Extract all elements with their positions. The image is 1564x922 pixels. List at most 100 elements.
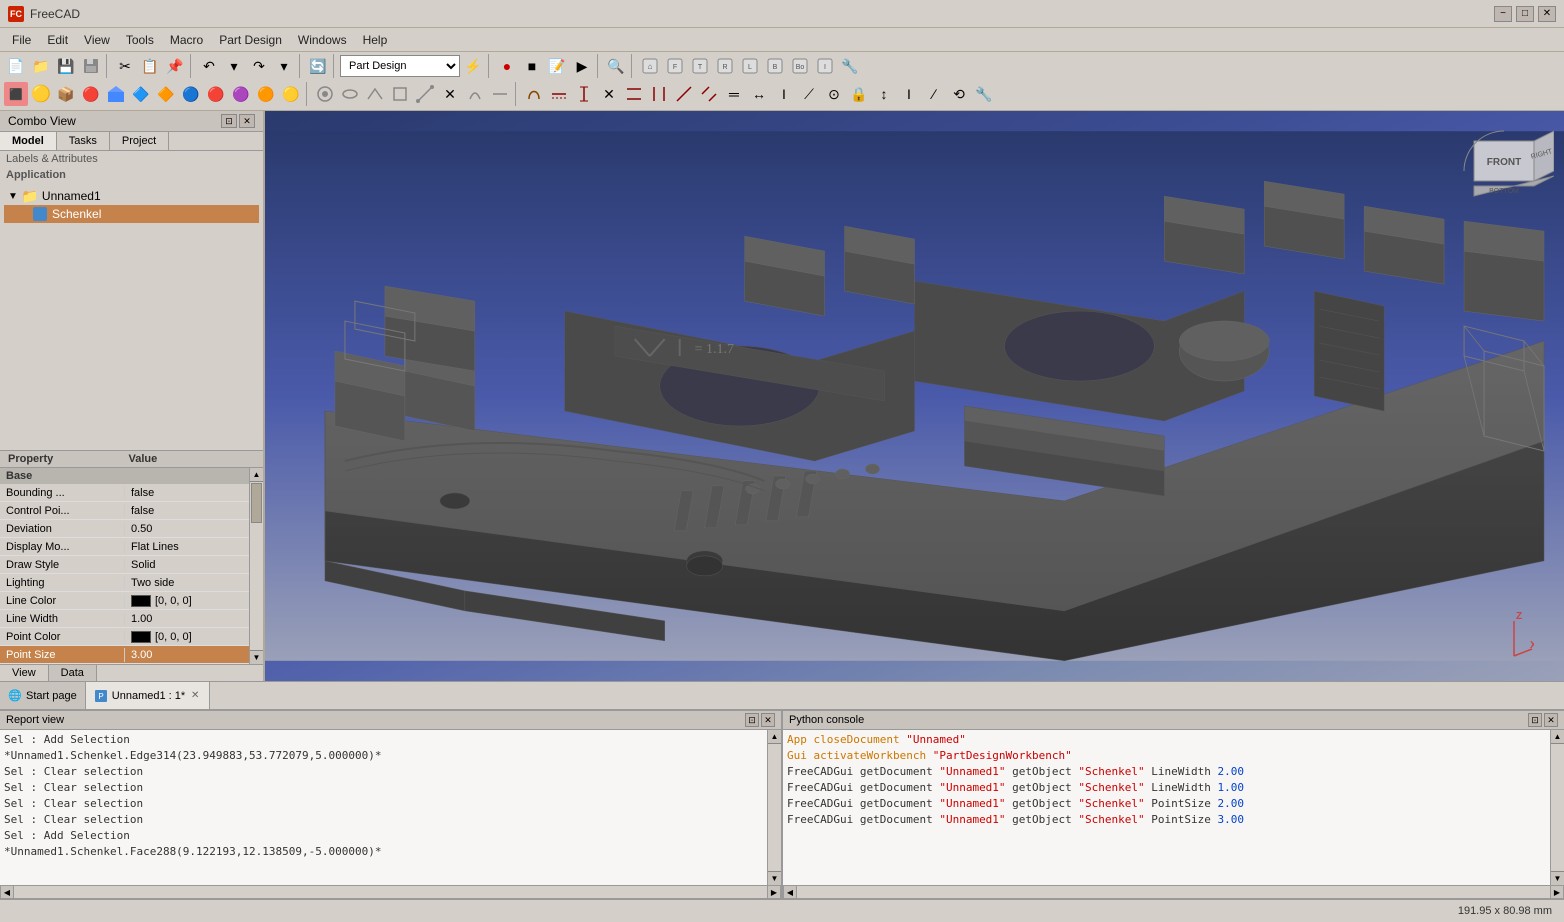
redo-dropdown[interactable]: ▾ <box>272 54 296 78</box>
prop-row-linewidth[interactable]: Line Width 1.00 <box>0 610 249 628</box>
viewport[interactable]: = 1.1.7 <box>265 111 1564 681</box>
maximize-button[interactable]: □ <box>1516 6 1534 22</box>
part-btn-9[interactable]: 🔴 <box>204 82 228 106</box>
tab-project[interactable]: Project <box>110 132 169 150</box>
view-tool[interactable]: 🔧 <box>838 54 862 78</box>
new-button[interactable]: 📄 <box>4 54 28 78</box>
sketch-btn-5[interactable] <box>413 82 437 106</box>
view-bottom-button[interactable]: Bo <box>788 54 812 78</box>
constraint-btn-12[interactable]: ⟋ <box>797 82 821 106</box>
report-scroll-up[interactable]: ▲ <box>768 730 781 744</box>
constraint-btn-14[interactable]: 🔒 <box>847 82 871 106</box>
sketch-btn-3[interactable] <box>363 82 387 106</box>
prop-row-lighting[interactable]: Lighting Two side <box>0 574 249 592</box>
constraint-btn-7[interactable] <box>672 82 696 106</box>
combo-undock-btn[interactable]: ⊡ <box>221 114 237 128</box>
menu-edit[interactable]: Edit <box>39 31 76 49</box>
paste-button[interactable]: 📌 <box>163 54 187 78</box>
menu-macro[interactable]: Macro <box>162 31 211 49</box>
python-console-close[interactable]: ✕ <box>1544 713 1558 727</box>
report-hscroll-track[interactable] <box>14 885 767 899</box>
view-all-button[interactable]: 🔍 <box>604 54 628 78</box>
tab-data[interactable]: Data <box>49 665 97 681</box>
constraint-btn-16[interactable]: I <box>897 82 921 106</box>
tree-item-unnamed1[interactable]: ▼ 📁 Unnamed1 <box>4 187 259 205</box>
prop-row-linecolor[interactable]: Line Color [0, 0, 0] <box>0 592 249 610</box>
menu-view[interactable]: View <box>76 31 118 49</box>
record-button[interactable]: ● <box>495 54 519 78</box>
constraint-btn-11[interactable]: I <box>772 82 796 106</box>
constraint-btn-18[interactable]: ⟲ <box>947 82 971 106</box>
prop-row-displaymode[interactable]: Display Mo... Flat Lines <box>0 538 249 556</box>
macro-button[interactable]: 📝 <box>545 54 569 78</box>
unnamed1-close[interactable]: ✕ <box>189 690 201 702</box>
navcube-area[interactable]: FRONT RIGHT BOTTOM <box>1454 121 1554 224</box>
sketch-btn-2[interactable] <box>338 82 362 106</box>
prop-row-pointsize[interactable]: Point Size 3.00 <box>0 646 249 664</box>
console-scrollbar[interactable]: ▲ ▼ <box>1550 730 1564 885</box>
constraint-btn-10[interactable]: ↔ <box>747 82 771 106</box>
view-home-button[interactable]: ⌂ <box>638 54 662 78</box>
console-scroll-up[interactable]: ▲ <box>1551 730 1564 744</box>
minimize-button[interactable]: − <box>1494 6 1512 22</box>
prop-row-bounding[interactable]: Bounding ... false <box>0 484 249 502</box>
open-button[interactable]: 📁 <box>29 54 53 78</box>
constraint-btn-4[interactable]: ✕ <box>597 82 621 106</box>
run-button[interactable]: ▶ <box>570 54 594 78</box>
save-button[interactable]: 💾 <box>54 54 78 78</box>
part-btn-2[interactable]: 🟡 <box>29 82 53 106</box>
report-scroll-down[interactable]: ▼ <box>768 871 781 885</box>
cut-button[interactable]: ✂ <box>113 54 137 78</box>
save-as-button[interactable] <box>79 54 103 78</box>
menu-help[interactable]: Help <box>355 31 396 49</box>
constraint-btn-13[interactable]: ⊙ <box>822 82 846 106</box>
constraint-btn-17[interactable]: ∕ <box>922 82 946 106</box>
view-tab-startpage[interactable]: 🌐 Start page <box>0 682 86 709</box>
view-back-button[interactable]: B <box>763 54 787 78</box>
property-scrollbar[interactable]: ▲ ▼ <box>249 468 263 664</box>
stop-button[interactable]: ■ <box>520 54 544 78</box>
report-view-close[interactable]: ✕ <box>761 713 775 727</box>
constraint-btn-6[interactable] <box>647 82 671 106</box>
workbench-select[interactable]: Part Design <box>340 55 460 77</box>
report-hscroll-left[interactable]: ◀ <box>0 885 14 899</box>
console-hscroll-right[interactable]: ▶ <box>1550 885 1564 899</box>
prop-row-drawstyle[interactable]: Draw Style Solid <box>0 556 249 574</box>
tree-item-schenkel[interactable]: Schenkel <box>4 205 259 223</box>
view-isometric-button[interactable]: I <box>813 54 837 78</box>
part-btn-12[interactable]: 🟡 <box>279 82 303 106</box>
scroll-thumb[interactable] <box>251 483 262 523</box>
part-btn-4[interactable]: 🔴 <box>79 82 103 106</box>
prop-row-pointcolor[interactable]: Point Color [0, 0, 0] <box>0 628 249 646</box>
constraint-btn-1[interactable] <box>522 82 546 106</box>
part-btn-11[interactable]: 🟠 <box>254 82 278 106</box>
constraint-btn-19[interactable]: 🔧 <box>972 82 996 106</box>
menu-windows[interactable]: Windows <box>290 31 355 49</box>
report-scrollbar[interactable]: ▲ ▼ <box>767 730 781 885</box>
undo-dropdown[interactable]: ▾ <box>222 54 246 78</box>
menu-tools[interactable]: Tools <box>118 31 162 49</box>
constraint-btn-2[interactable] <box>547 82 571 106</box>
sketch-btn-4[interactable] <box>388 82 412 106</box>
sketch-btn-6[interactable]: ✕ <box>438 82 462 106</box>
close-button[interactable]: ✕ <box>1538 6 1556 22</box>
constraint-btn-15[interactable]: ↕ <box>872 82 896 106</box>
part-btn-7[interactable]: 🔶 <box>154 82 178 106</box>
part-btn-8[interactable]: 🔵 <box>179 82 203 106</box>
tab-tasks[interactable]: Tasks <box>57 132 110 150</box>
part-btn-1[interactable]: ⬛ <box>4 82 28 106</box>
view-right-button[interactable]: R <box>713 54 737 78</box>
part-btn-6[interactable]: 🔷 <box>129 82 153 106</box>
constraint-btn-5[interactable] <box>622 82 646 106</box>
console-hscroll-track[interactable] <box>797 885 1550 899</box>
prop-row-controlpoi[interactable]: Control Poi... false <box>0 502 249 520</box>
tab-model[interactable]: Model <box>0 132 57 150</box>
undo-button[interactable]: ↶ <box>197 54 221 78</box>
menu-file[interactable]: File <box>4 31 39 49</box>
part-btn-3[interactable]: 📦 <box>54 82 78 106</box>
sketch-btn-8[interactable] <box>488 82 512 106</box>
python-console-min[interactable]: ⊡ <box>1528 713 1542 727</box>
console-scroll-down[interactable]: ▼ <box>1551 871 1564 885</box>
view-left-button[interactable]: L <box>738 54 762 78</box>
constraint-btn-3[interactable] <box>572 82 596 106</box>
